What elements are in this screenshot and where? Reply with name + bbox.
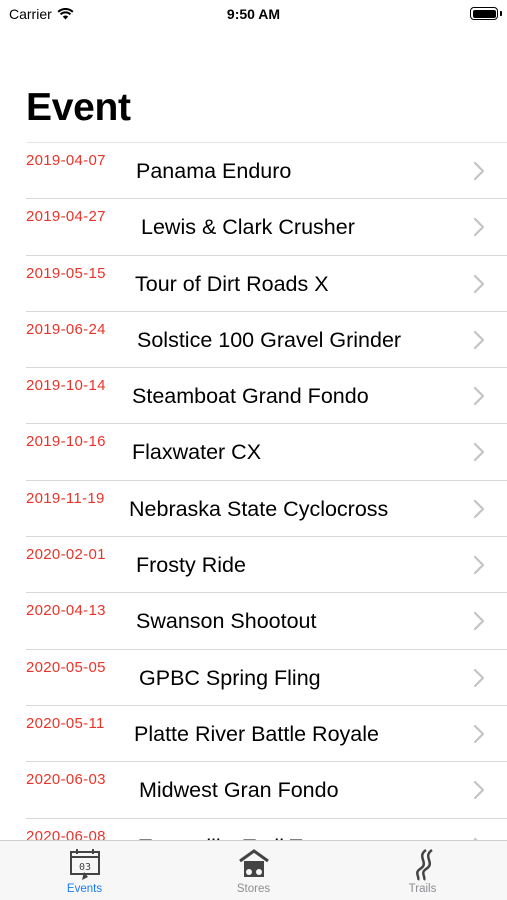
event-name: Midwest Gran Fondo: [139, 778, 339, 803]
event-name: Steamboat Grand Fondo: [132, 384, 369, 409]
event-row[interactable]: 2020-02-01 Frosty Ride: [26, 536, 507, 592]
event-row[interactable]: 2019-05-15 Tour of Dirt Roads X: [26, 254, 507, 311]
chevron-right-icon: [473, 161, 485, 181]
event-row[interactable]: 2020-05-05 GPBC Spring Fling: [26, 648, 507, 705]
event-date: 2020-02-01: [26, 546, 106, 564]
chevron-right-icon: [473, 218, 485, 237]
status-bar: Carrier 9:50 AM: [0, 0, 507, 30]
chevron-right-icon: [473, 724, 485, 744]
event-row[interactable]: 2019-04-27 Lewis & Clark Crusher: [26, 198, 507, 254]
event-name: Panama Enduro: [136, 159, 292, 183]
tab-bar: 03 Events Stores Trails: [0, 840, 507, 900]
event-list[interactable]: 2019-04-07 Panama Enduro 2019-04-27 Lewis &…: [0, 142, 507, 840]
battery-tip: [500, 11, 502, 16]
event-date: 2019-04-07: [26, 152, 106, 169]
event-row[interactable]: 2019-04-07 Panama Enduro: [26, 142, 507, 198]
chevron-right-icon: [473, 781, 485, 800]
event-name: Lewis & Clark Crusher: [141, 215, 355, 240]
event-row[interactable]: 2020-06-03 Midwest Gran Fondo: [26, 761, 507, 817]
event-date: 2020-04-13: [26, 602, 106, 620]
tab-stores[interactable]: Stores: [169, 841, 338, 900]
page-title: Event: [26, 86, 131, 129]
tab-events-label: Events: [66, 883, 103, 895]
event-date: 2020-06-08: [26, 827, 106, 840]
svg-text:03: 03: [79, 862, 91, 873]
chevron-right-icon: [473, 612, 485, 631]
battery-icon: [470, 7, 498, 20]
tab-trails-label: Trails: [408, 883, 437, 895]
event-name: Tour of Dirt Roads X: [135, 271, 329, 296]
event-date: 2020-05-05: [26, 658, 106, 676]
store-icon: [238, 849, 269, 877]
event-row[interactable]: 2020-05-11 Platte River Battle Royale: [26, 704, 507, 761]
event-row[interactable]: 2020-04-13 Swanson Shootout: [26, 592, 507, 648]
event-name: Nebraska State Cyclocross: [129, 496, 389, 521]
event-name: GPBC Spring Fling: [139, 665, 321, 690]
tab-trails[interactable]: Trails: [338, 841, 507, 900]
event-date: 2019-05-15: [26, 264, 106, 282]
tab-stores-label: Stores: [236, 883, 271, 895]
event-row[interactable]: 2020-06-08Tranquility Trail Test: [26, 817, 507, 840]
status-time: 9:50 AM: [226, 6, 281, 22]
calendar-icon: 03: [69, 849, 100, 880]
event-name: Platte River Battle Royale: [134, 721, 379, 746]
event-row[interactable]: 2019-11-19 Nebraska State Cyclocross: [26, 479, 507, 536]
event-name: Solstice 100 Gravel Grinder: [137, 327, 402, 352]
chevron-right-icon: [473, 387, 485, 406]
event-row[interactable]: 2019-10-14 Steamboat Grand Fondo: [26, 367, 507, 423]
chevron-right-icon: [473, 274, 485, 293]
chevron-right-icon: [473, 443, 485, 462]
chevron-right-icon: [473, 330, 485, 349]
event-name: Flaxwater CX: [132, 440, 262, 465]
event-row[interactable]: 2019-10-16 Flaxwater CX: [26, 423, 507, 479]
chevron-right-icon: [473, 668, 485, 687]
tab-events[interactable]: 03 Events: [0, 841, 169, 900]
event-date: 2019-10-16: [26, 433, 106, 451]
trail-icon: [415, 848, 433, 881]
event-date: 2019-06-24: [26, 320, 106, 338]
event-row[interactable]: 2019-06-24 Solstice 100 Gravel Grinder: [26, 310, 507, 367]
chevron-right-icon: [473, 499, 485, 518]
event-date: 2019-04-27: [26, 208, 106, 226]
event-name: Frosty Ride: [136, 553, 246, 578]
event-date: 2019-10-14: [26, 377, 106, 395]
chevron-right-icon: [473, 555, 485, 575]
event-date: 2019-11-19: [26, 489, 105, 507]
event-date: 2020-05-11: [26, 714, 105, 732]
event-date: 2020-06-03: [26, 771, 106, 789]
event-name: Swanson Shootout: [136, 609, 317, 634]
